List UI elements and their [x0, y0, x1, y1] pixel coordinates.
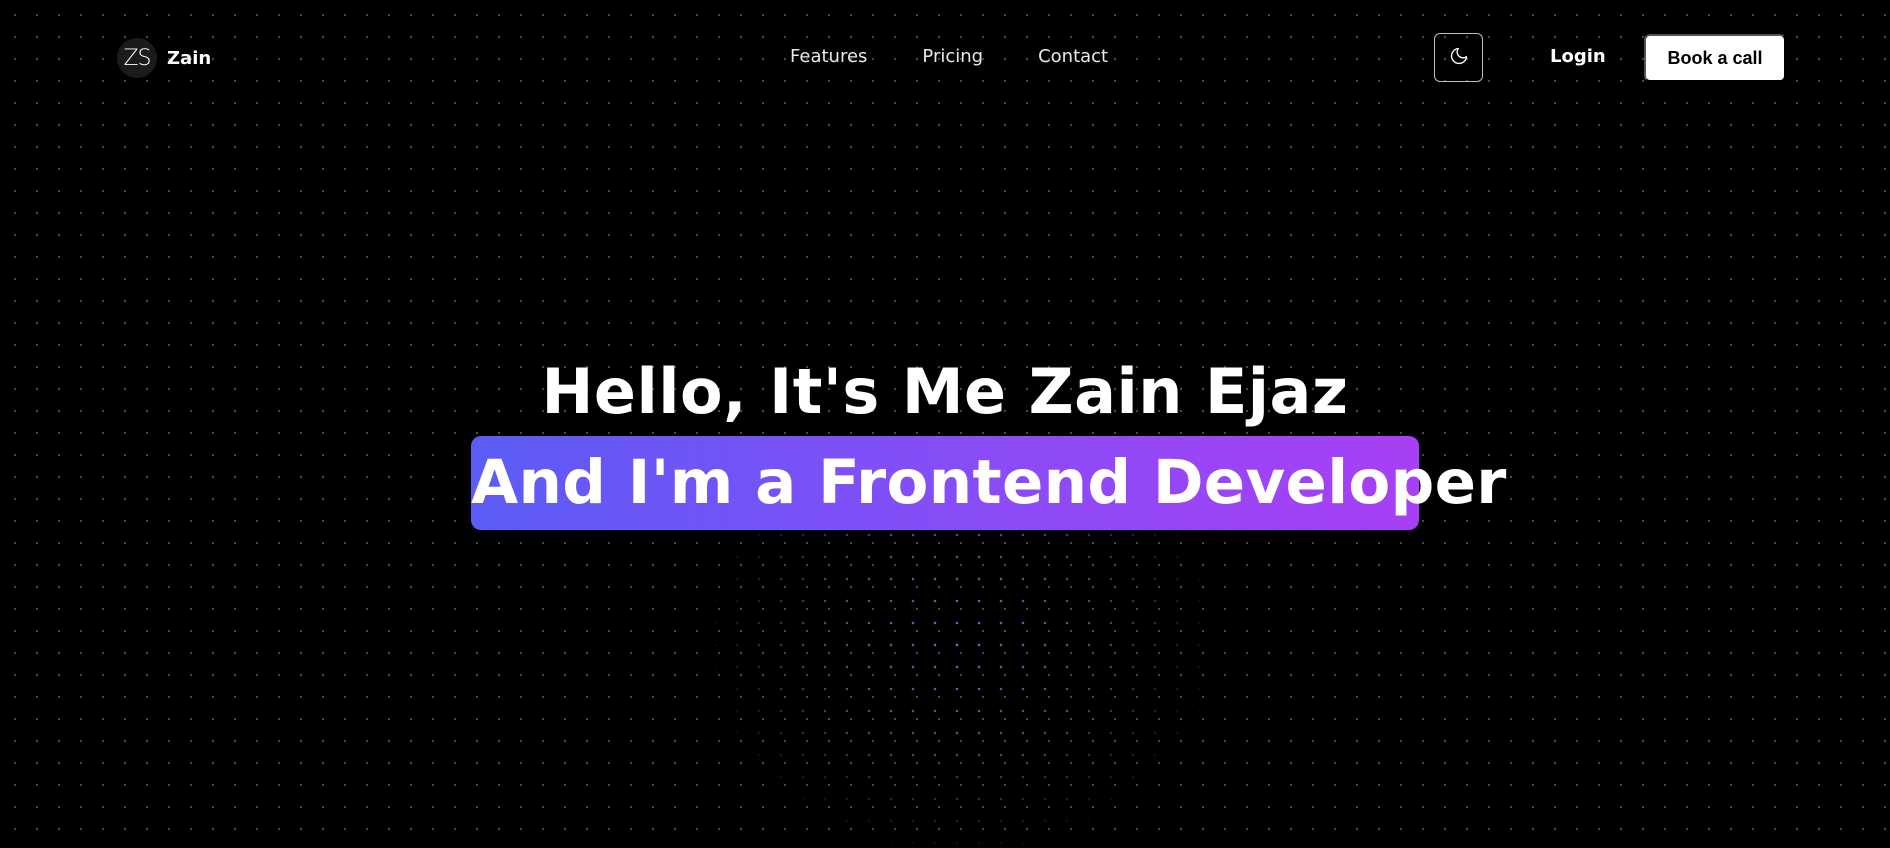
- page: ZS Zain Features Pricing Contact Login B…: [0, 0, 1890, 848]
- nav-link-contact[interactable]: Contact: [1038, 46, 1108, 67]
- logo-monogram: ZS: [117, 38, 157, 78]
- nav-links: Features Pricing Contact: [790, 46, 1108, 67]
- brand-name: Zain: [167, 47, 212, 69]
- navbar: ZS Zain Features Pricing Contact Login B…: [0, 0, 1890, 116]
- book-a-call-button[interactable]: Book a call: [1644, 34, 1786, 82]
- login-link[interactable]: Login: [1550, 46, 1606, 67]
- nav-link-features[interactable]: Features: [790, 46, 867, 67]
- hero-title: Hello, It's Me Zain Ejaz: [541, 355, 1349, 428]
- moon-icon: [1449, 46, 1469, 69]
- nav-link-pricing[interactable]: Pricing: [922, 46, 983, 67]
- theme-toggle-button[interactable]: [1434, 33, 1483, 82]
- brand-link[interactable]: ZS Zain: [117, 38, 211, 78]
- dot-glow-background: [700, 520, 1220, 848]
- hero-highlight-banner: And I'm a Frontend Developer: [471, 436, 1506, 530]
- hero-section: Hello, It's Me Zain Ejaz And I'm a Front…: [0, 352, 1890, 530]
